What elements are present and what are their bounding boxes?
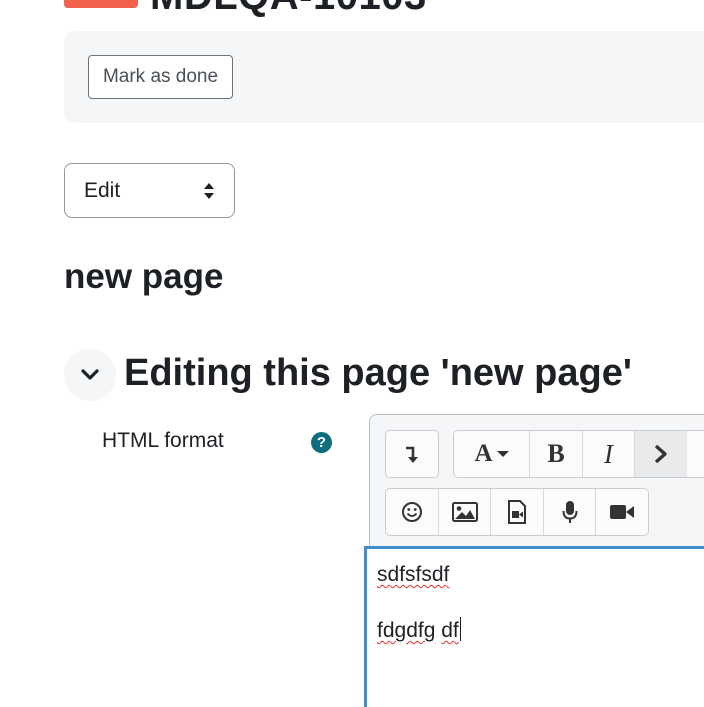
chevron-right-icon [654,444,667,464]
italic-icon: I [604,438,613,469]
format-label: HTML format [102,429,224,452]
image-icon [451,502,478,522]
italic-button[interactable]: I [583,431,635,477]
dropdown-caret-icon [496,451,509,457]
bold-icon: B [547,439,565,468]
font-style-icon: A [474,440,493,467]
page-heading: MDLQA-10103 [150,0,427,19]
activity-completion-panel: Mark as done [64,31,704,123]
help-icon[interactable]: ? [311,432,332,453]
emoji-button[interactable] [386,489,439,535]
activity-icon-badge [64,0,138,8]
editor-paragraph: sdfsfsdf [377,563,704,587]
font-style-button[interactable]: A [454,431,530,477]
misspelled-word: df [441,619,459,642]
section-title: Editing this page 'new page' [124,352,632,394]
misspelled-word: fdgdfg [377,619,436,642]
media-button[interactable] [491,489,544,535]
collapse-toolbar-button[interactable] [386,431,438,477]
wiki-page-name: new page [64,257,224,296]
collapse-section-button[interactable] [64,349,116,401]
collapse-toolbar-icon [406,446,418,463]
edit-select[interactable]: Edit [64,163,235,218]
bold-button[interactable]: B [530,431,583,477]
video-icon [610,505,634,519]
toolbar-group-style: A B I [453,430,704,478]
text-caret [459,617,461,641]
mark-as-done-button[interactable]: Mark as done [88,55,233,99]
microphone-icon [562,501,577,523]
record-audio-button[interactable] [544,489,596,535]
toolbar-group-collapse [385,430,439,478]
sort-updown-icon [204,183,214,199]
record-video-button[interactable] [596,489,648,535]
editor-content-area[interactable]: sdfsfsdf fdgdfg df [364,546,704,707]
image-button[interactable] [439,489,491,535]
more-buttons-button[interactable] [635,431,687,477]
media-icon [508,500,526,524]
toolbar-group-insert [385,488,649,536]
editor-paragraph: fdgdfg df [377,617,704,643]
chevron-down-icon [81,369,99,380]
misspelled-word: sdfsfsdf [377,563,450,586]
page: MDLQA-10103 Mark as done Edit new page E… [0,0,704,707]
edit-select-value: Edit [84,178,121,202]
emoji-icon [402,502,422,522]
